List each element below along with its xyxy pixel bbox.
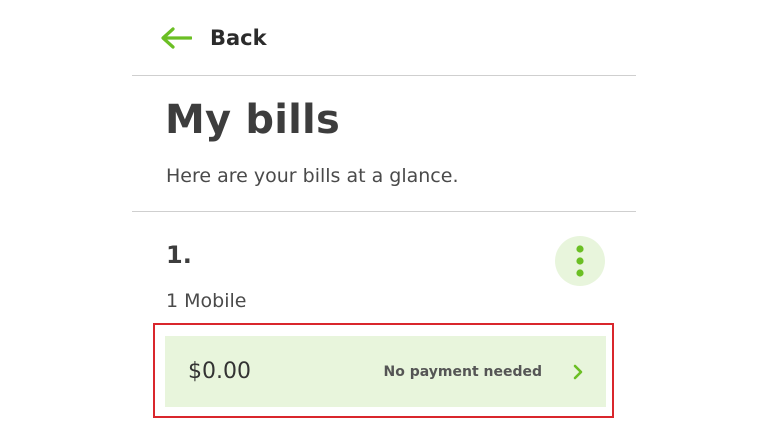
- back-button[interactable]: Back: [160, 22, 267, 54]
- bill-number: 1.: [166, 241, 192, 269]
- chevron-right-icon: [572, 364, 586, 380]
- header-divider: [132, 75, 636, 76]
- arrow-left-icon: [160, 26, 194, 50]
- payment-status: No payment needed: [383, 363, 542, 380]
- bill-amount: $0.00: [188, 359, 251, 384]
- page-subtitle: Here are your bills at a glance.: [166, 165, 459, 187]
- more-vertical-icon: [575, 244, 585, 278]
- page-title: My bills: [165, 97, 340, 143]
- my-bills-page: Back My bills Here are your bills at a g…: [0, 0, 768, 432]
- bill-options-button[interactable]: [555, 236, 605, 286]
- bill-payment-card[interactable]: $0.00 No payment needed: [165, 336, 606, 407]
- back-label: Back: [210, 26, 267, 50]
- section-divider: [132, 211, 636, 212]
- bill-description: 1 Mobile: [166, 290, 247, 312]
